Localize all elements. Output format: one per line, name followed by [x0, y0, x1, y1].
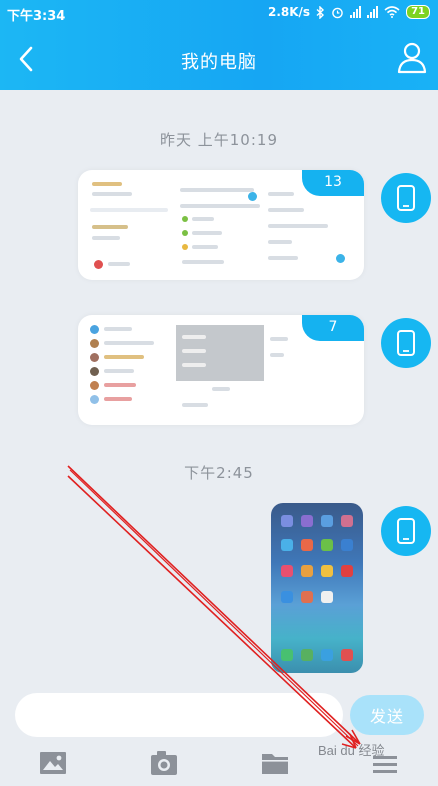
file-message-bubble[interactable]: 13: [78, 170, 364, 280]
battery-icon: 71: [406, 5, 430, 19]
user-icon[interactable]: [396, 40, 428, 74]
message-timestamp: 昨天 上午10:19: [160, 131, 278, 149]
page-count-badge: 13: [302, 170, 364, 196]
image-icon[interactable]: [38, 748, 68, 778]
page-title: 我的电脑: [181, 52, 257, 73]
signal-icon: [350, 6, 362, 18]
signal-icon-2: [367, 6, 379, 18]
phone-icon: [397, 518, 415, 544]
message-timestamp-2: 下午2:45: [184, 464, 254, 482]
phone-icon: [397, 330, 415, 356]
avatar: [381, 173, 431, 223]
network-speed: 2.8K/s: [267, 5, 311, 19]
wifi-icon: [384, 6, 400, 18]
title-bar: 下午3:34 2.8K/s 71 我的电脑: [0, 0, 438, 90]
file-message-bubble-2[interactable]: 7: [78, 315, 364, 425]
status-time: 下午3:34: [7, 9, 66, 24]
avatar-2: [381, 318, 431, 368]
composer: 发送: [0, 690, 438, 740]
bluetooth-icon: [316, 5, 325, 19]
status-icons: 2.8K/s 71: [268, 5, 430, 19]
folder-icon[interactable]: [260, 748, 290, 778]
alarm-icon: [332, 7, 343, 18]
phone-icon: [397, 185, 415, 211]
message-input[interactable]: [15, 693, 343, 737]
status-bar: 下午3:34 2.8K/s 71: [0, 0, 438, 26]
page-count-badge-2: 7: [302, 315, 364, 341]
phone-screenshot-image[interactable]: [271, 503, 363, 673]
avatar-3: [381, 506, 431, 556]
send-button[interactable]: 发送: [350, 695, 424, 735]
camera-icon[interactable]: [149, 748, 179, 778]
watermark: Bai du 经验: [318, 743, 385, 758]
